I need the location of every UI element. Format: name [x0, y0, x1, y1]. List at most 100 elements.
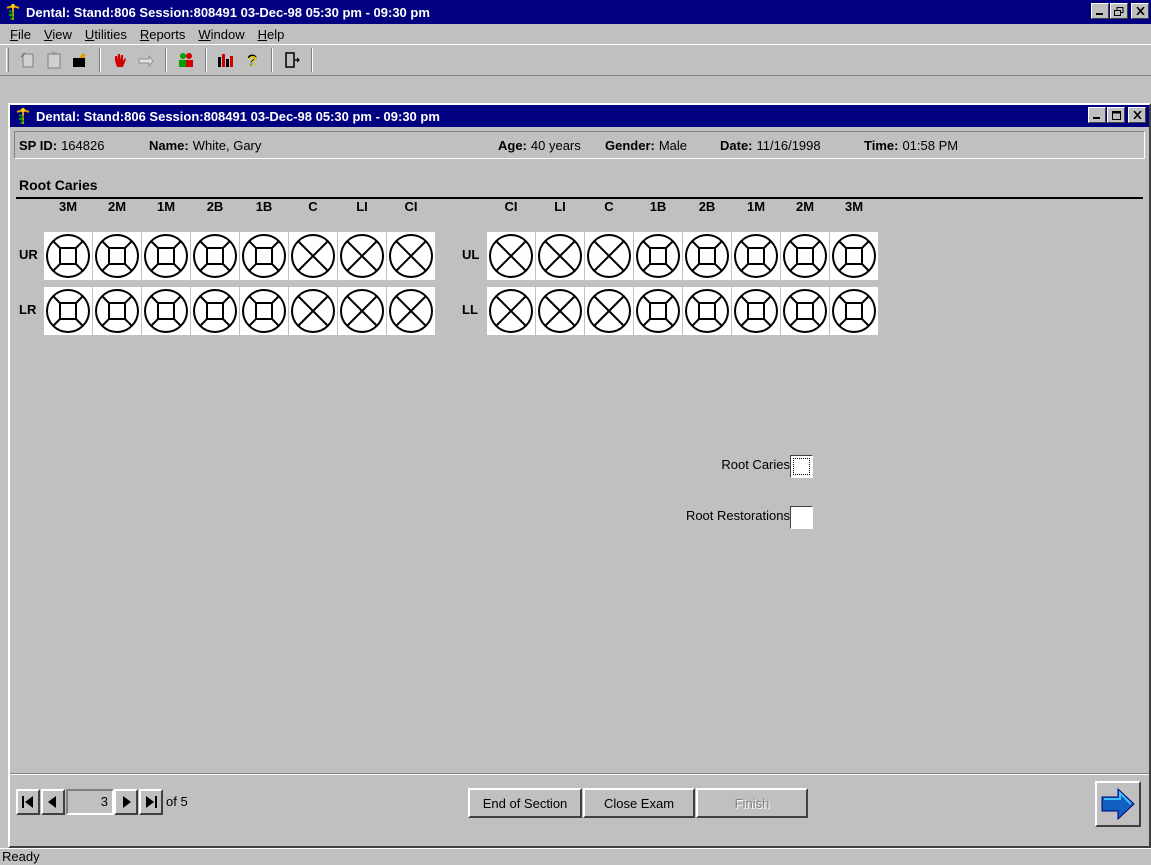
tooth-ul-1m[interactable]	[732, 232, 780, 280]
finish-button[interactable]: Finish	[696, 788, 808, 818]
maximize-button[interactable]	[1107, 107, 1125, 123]
patient-name: Name: White, Gary	[149, 138, 262, 153]
tooth-ll-2m[interactable]	[781, 287, 829, 335]
toolbar-grip[interactable]	[6, 48, 9, 72]
open-folder-icon[interactable]	[67, 48, 93, 72]
quadrant-label: UL	[462, 247, 480, 262]
patient-gender: Gender: Male	[605, 138, 688, 153]
tooth-ll-li[interactable]	[536, 287, 584, 335]
exit-door-icon[interactable]	[279, 48, 305, 72]
column-header-left: 2M	[795, 199, 815, 214]
column-header-left: 2B	[698, 199, 716, 214]
sp-id: SP ID: 164826	[19, 138, 105, 153]
tooth-lr-ci[interactable]	[387, 287, 435, 335]
tooth-lr-li[interactable]	[338, 287, 386, 335]
tooth-ul-3m[interactable]	[830, 232, 878, 280]
tooth-lr-1b[interactable]	[240, 287, 288, 335]
column-header-right: C	[308, 199, 318, 214]
root-caries-checkbox[interactable]	[790, 455, 813, 478]
tooth-ur-li[interactable]	[338, 232, 386, 280]
toolbar-separator	[205, 48, 207, 72]
menu-file[interactable]: File	[4, 27, 38, 42]
next-page-button[interactable]	[114, 789, 138, 815]
exam-time: Time: 01:58 PM	[864, 138, 959, 153]
section-title: Root Caries	[19, 177, 98, 193]
close-button[interactable]	[1128, 107, 1146, 123]
patient-info-bar: SP ID: 164826 Name: White, Gary Age: 40 yea…	[14, 131, 1145, 159]
app-titlebar: Dental: Stand:806 Session:808491 03-Dec-…	[0, 0, 1151, 24]
menu-view[interactable]: View	[38, 27, 79, 42]
restore-button[interactable]	[1110, 3, 1128, 19]
first-page-icon	[22, 796, 33, 808]
minimize-button[interactable]	[1091, 3, 1109, 19]
help-question-icon[interactable]: ??	[239, 48, 265, 72]
new-icon[interactable]	[15, 48, 41, 72]
tooth-ur-1m[interactable]	[142, 232, 190, 280]
tooth-ur-3m[interactable]	[44, 232, 92, 280]
root-restorations-label: Root Restorations	[685, 508, 790, 523]
tooth-ll-c[interactable]	[585, 287, 633, 335]
menu-window[interactable]: Window	[192, 27, 251, 42]
root-restorations-checkbox[interactable]	[790, 506, 813, 529]
column-header-left: 1B	[649, 199, 667, 214]
column-header-right: LI	[356, 199, 368, 214]
menu-utilities[interactable]: Utilities	[79, 27, 134, 42]
previous-page-button[interactable]	[41, 789, 65, 815]
people-icon[interactable]	[173, 48, 199, 72]
exam-window: Dental: Stand:806 Session:808491 03-Dec-…	[8, 103, 1151, 848]
tooth-ur-c[interactable]	[289, 232, 337, 280]
tooth-ll-1b[interactable]	[634, 287, 682, 335]
tooth-ll-1m[interactable]	[732, 287, 780, 335]
tooth-lr-c[interactable]	[289, 287, 337, 335]
tooth-ll-ci[interactable]	[487, 287, 535, 335]
next-section-button[interactable]	[1095, 781, 1141, 827]
pointer-hand-icon[interactable]	[133, 48, 159, 72]
tooth-ur-2m[interactable]	[93, 232, 141, 280]
column-header-right: 3M	[58, 199, 78, 214]
patient-age: Age: 40 years	[498, 138, 581, 153]
toolbar-separator	[165, 48, 167, 72]
tooth-ur-1b[interactable]	[240, 232, 288, 280]
root-caries-label: Root Caries	[721, 457, 790, 472]
column-header-right: CI	[404, 199, 418, 214]
tooth-ul-li[interactable]	[536, 232, 584, 280]
chart-icon[interactable]	[213, 48, 239, 72]
tooth-ll-3m[interactable]	[830, 287, 878, 335]
toolbar-separator	[271, 48, 273, 72]
page-number-field[interactable]: 3	[66, 789, 114, 815]
stop-hand-icon[interactable]	[107, 48, 133, 72]
status-bar: Ready	[0, 848, 1151, 865]
tooth-ul-ci[interactable]	[487, 232, 535, 280]
arrow-right-icon	[1101, 787, 1135, 821]
tooth-lr-3m[interactable]	[44, 287, 92, 335]
minimize-button[interactable]	[1088, 107, 1106, 123]
toolbar-separator	[99, 48, 101, 72]
column-header-right: 1B	[255, 199, 273, 214]
menu-help[interactable]: Help	[252, 27, 292, 42]
previous-page-icon	[48, 796, 56, 808]
menubar: File View Utilities Reports Window Help	[0, 24, 1151, 44]
close-exam-button[interactable]: Close Exam	[583, 788, 695, 818]
app-title: Dental: Stand:806 Session:808491 03-Dec-…	[26, 4, 430, 20]
first-page-button[interactable]	[16, 789, 40, 815]
end-of-section-button[interactable]: End of Section	[468, 788, 582, 818]
page-count: of 5	[166, 794, 188, 809]
tooth-ur-2b[interactable]	[191, 232, 239, 280]
close-button[interactable]	[1131, 3, 1149, 19]
menu-reports[interactable]: Reports	[134, 27, 193, 42]
tooth-ll-2b[interactable]	[683, 287, 731, 335]
quadrant-label: LL	[462, 302, 478, 317]
tooth-lr-2b[interactable]	[191, 287, 239, 335]
tooth-lr-1m[interactable]	[142, 287, 190, 335]
tooth-ul-1b[interactable]	[634, 232, 682, 280]
caduceus-icon	[13, 106, 33, 126]
tooth-ul-c[interactable]	[585, 232, 633, 280]
tooth-ul-2b[interactable]	[683, 232, 731, 280]
exam-window-title: Dental: Stand:806 Session:808491 03-Dec-…	[36, 108, 440, 124]
last-page-button[interactable]	[139, 789, 163, 815]
tooth-ur-ci[interactable]	[387, 232, 435, 280]
clipboard-icon[interactable]	[41, 48, 67, 72]
tooth-lr-2m[interactable]	[93, 287, 141, 335]
caduceus-icon	[3, 2, 23, 22]
tooth-ul-2m[interactable]	[781, 232, 829, 280]
